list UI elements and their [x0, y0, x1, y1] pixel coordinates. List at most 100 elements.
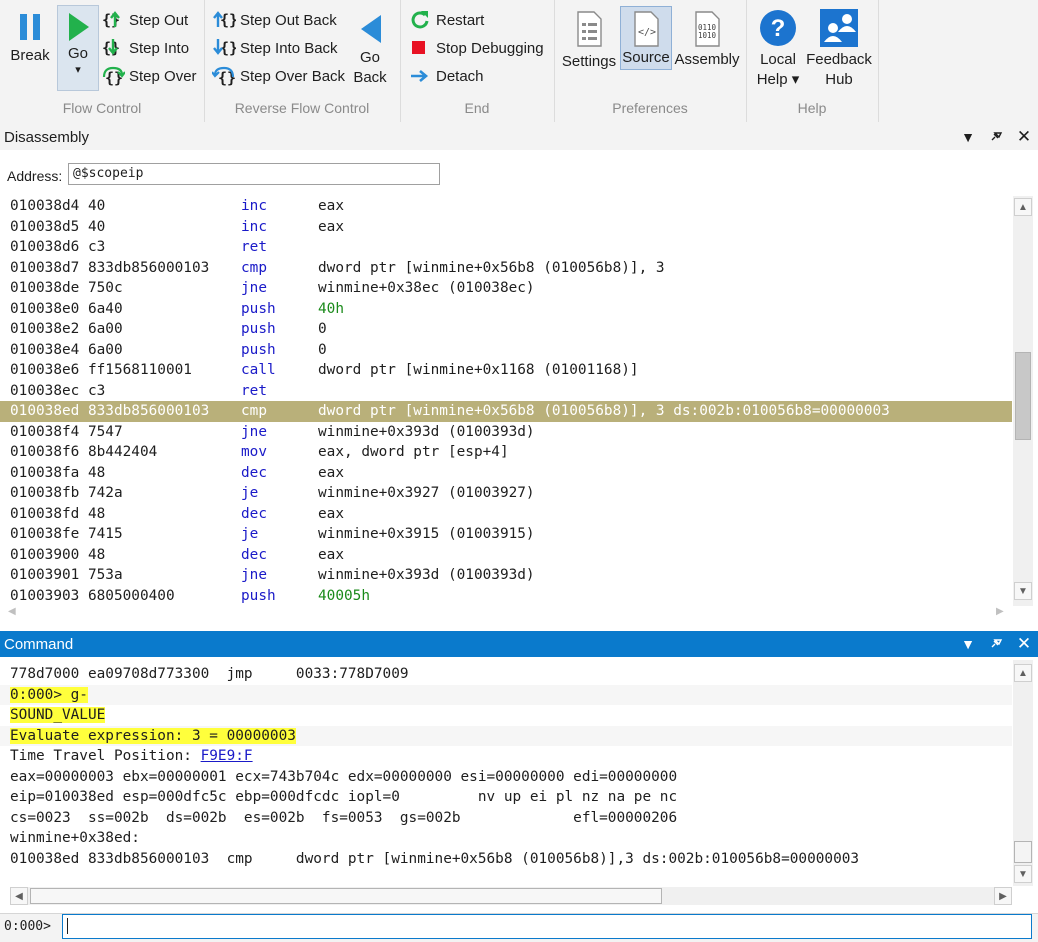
- scroll-down-arrow-icon[interactable]: ▼: [1014, 865, 1032, 883]
- step-out-button[interactable]: {} Step Out: [101, 8, 188, 32]
- disassembly-row[interactable]: 01003903 6805000400 push 40005h: [0, 586, 1012, 605]
- go-dropdown-icon[interactable]: ▾: [58, 64, 98, 76]
- disassembly-row[interactable]: 010038e2 6a00 push 0: [0, 319, 1012, 340]
- instruction-address: 010038de 750c: [10, 280, 123, 296]
- stop-debugging-button[interactable]: Stop Debugging: [408, 36, 544, 60]
- reverse-flow-control-group: {} Step Out Back {} Step Into Back {} St…: [204, 0, 401, 122]
- instruction-mnemonic: mov: [241, 444, 267, 460]
- go-button[interactable]: Go ▾: [57, 5, 99, 91]
- scroll-up-arrow-icon[interactable]: ▲: [1014, 198, 1032, 216]
- disassembly-horizontal-scrollbar[interactable]: ◀ ▶: [0, 605, 1012, 623]
- disassembly-row[interactable]: 010038d4 40 inc eax: [0, 196, 1012, 217]
- disassembly-row[interactable]: 010038fe 7415 je winmine+0x3915 (01003915): [0, 524, 1012, 545]
- text-cursor: [67, 918, 68, 934]
- scroll-left-arrow-icon[interactable]: ◀: [10, 887, 28, 905]
- instruction-address: 010038d6 c3: [10, 239, 106, 255]
- source-code-icon: </>: [634, 11, 659, 47]
- current-instruction-row[interactable]: 010038ed 833db856000103 cmp dword ptr [win…: [0, 401, 1012, 422]
- step-over-back-icon: {}: [212, 66, 236, 87]
- help-label: Help: [797, 100, 827, 116]
- pin-icon[interactable]: [982, 129, 1010, 146]
- disassembly-title-bar: Disassembly ▼ ✕: [0, 124, 1038, 150]
- disassembly-row[interactable]: 010038fd 48 dec eax: [0, 504, 1012, 525]
- output-text: cs=0023 ss=002b ds=002b es=002b fs=0053 …: [10, 809, 678, 826]
- close-icon[interactable]: ✕: [1010, 127, 1038, 147]
- break-button[interactable]: Break: [4, 6, 56, 66]
- command-output-line: 0:000> g-: [0, 684, 1012, 705]
- scrollbar-thumb[interactable]: [30, 888, 662, 904]
- disassembly-row[interactable]: 010038ec c3 ret: [0, 381, 1012, 402]
- time-travel-position-link[interactable]: F9E9:F: [201, 748, 253, 764]
- step-over-button[interactable]: {} Step Over: [101, 64, 197, 88]
- command-prompt-bar: 0:000>: [0, 913, 1038, 942]
- command-output-line: SOUND_VALUE: [0, 705, 1012, 726]
- settings-label: Settings: [561, 53, 617, 70]
- scroll-left-arrow-icon[interactable]: ◀: [8, 606, 16, 617]
- step-into-icon: {}: [102, 39, 120, 57]
- step-into-button[interactable]: {} Step Into: [101, 36, 189, 60]
- scroll-up-arrow-icon[interactable]: ▲: [1014, 664, 1032, 682]
- reverse-play-icon: [361, 15, 381, 43]
- local-help-button[interactable]: ? Local Help ▾: [752, 8, 804, 90]
- disassembly-row[interactable]: 01003900 48 dec eax: [0, 545, 1012, 566]
- instruction-address: 010038e0 6a40: [10, 300, 123, 317]
- stop-debugging-label: Stop Debugging: [436, 39, 544, 57]
- disassembly-row[interactable]: 010038e6 ff1568110001 call dword ptr [winm…: [0, 360, 1012, 381]
- disassembly-row[interactable]: 010038f4 7547 jne winmine+0x393d (0100393d…: [0, 422, 1012, 443]
- disassembly-listing[interactable]: 010038d4 40 inc eax 010038d5 40 inc eax 010038…: [0, 196, 1012, 604]
- disassembly-vertical-scrollbar[interactable]: ▲ ▼: [1013, 196, 1033, 606]
- disassembly-row[interactable]: 010038de 750c jne winmine+0x38ec (010038ec…: [0, 278, 1012, 299]
- instruction-mnemonic: je: [241, 485, 259, 501]
- source-label: Source: [622, 49, 670, 66]
- step-out-back-button[interactable]: {} Step Out Back: [212, 8, 337, 32]
- disassembly-row[interactable]: 01003901 753a jne winmine+0x393d (0100393d…: [0, 565, 1012, 586]
- settings-button[interactable]: Settings: [560, 8, 618, 72]
- detach-button[interactable]: Detach: [408, 64, 484, 88]
- scrollbar-thumb[interactable]: [1015, 352, 1031, 440]
- disassembly-row[interactable]: 010038e0 6a40 push 40h: [0, 299, 1012, 320]
- restart-button[interactable]: Restart: [408, 8, 484, 32]
- instruction-operands: dword ptr [winmine+0x1168 (01001168)]: [318, 362, 639, 378]
- disassembly-row[interactable]: 010038fb 742a je winmine+0x3927 (01003927): [0, 483, 1012, 504]
- address-input[interactable]: @$scopeip: [68, 163, 440, 185]
- command-horizontal-scrollbar[interactable]: ◀ ▶: [10, 887, 1012, 905]
- dropdown-icon[interactable]: ▼: [954, 129, 982, 145]
- instruction-address: 01003903 6805000400: [10, 587, 175, 604]
- feedback-hub-button[interactable]: Feedback Hub: [806, 8, 872, 90]
- preferences-label: Preferences: [612, 100, 688, 116]
- play-icon: [69, 13, 89, 41]
- scrollbar-thumb[interactable]: [1014, 841, 1032, 863]
- disassembly-row[interactable]: 010038d7 833db856000103 cmp dword ptr [win…: [0, 258, 1012, 279]
- disassembly-row[interactable]: 010038f6 8b442404 mov eax, dword ptr [esp+…: [0, 442, 1012, 463]
- output-text: eip=010038ed esp=000dfc5c ebp=000dfcdc i…: [10, 789, 678, 805]
- instruction-address: 010038d5 40: [10, 218, 106, 235]
- scroll-right-arrow-icon[interactable]: ▶: [994, 887, 1012, 905]
- disassembly-row[interactable]: 010038d6 c3 ret: [0, 237, 1012, 258]
- assembly-binary-icon: 0110 1010: [695, 11, 720, 47]
- source-button[interactable]: </> Source: [620, 6, 672, 70]
- scroll-right-arrow-icon[interactable]: ▶: [996, 606, 1004, 617]
- pin-icon[interactable]: [982, 636, 1010, 653]
- pause-icon: [20, 14, 40, 40]
- disassembly-row[interactable]: 010038e4 6a00 push 0: [0, 340, 1012, 361]
- command-input[interactable]: [62, 914, 1032, 939]
- assembly-button[interactable]: 0110 1010 Assembly: [674, 8, 740, 70]
- disassembly-row[interactable]: 010038fa 48 dec eax: [0, 463, 1012, 484]
- disassembly-row[interactable]: 010038d5 40 inc eax: [0, 217, 1012, 238]
- output-text: winmine+0x38ed:: [10, 830, 140, 846]
- scroll-down-arrow-icon[interactable]: ▼: [1014, 582, 1032, 600]
- close-icon[interactable]: ✕: [1010, 634, 1038, 654]
- command-output[interactable]: 778d7000 ea09708d773300 jmp 0033:778D700…: [0, 660, 1012, 882]
- instruction-operands: winmine+0x3927 (01003927): [318, 485, 535, 501]
- step-into-back-button[interactable]: {} Step Into Back: [212, 36, 338, 60]
- command-vertical-scrollbar[interactable]: ▲ ▼: [1013, 660, 1033, 886]
- instruction-address: 01003901 753a: [10, 567, 123, 583]
- step-over-back-button[interactable]: {} Step Over Back: [212, 64, 345, 88]
- dropdown-icon[interactable]: ▼: [954, 636, 982, 652]
- svg-text:1010: 1010: [698, 31, 717, 40]
- detach-label: Detach: [436, 67, 484, 85]
- step-over-label: Step Over: [129, 67, 197, 85]
- instruction-operands: eax: [318, 218, 344, 235]
- go-back-button[interactable]: Go Back: [350, 10, 390, 88]
- command-output-line: eip=010038ed esp=000dfc5c ebp=000dfcdc i…: [0, 787, 1012, 808]
